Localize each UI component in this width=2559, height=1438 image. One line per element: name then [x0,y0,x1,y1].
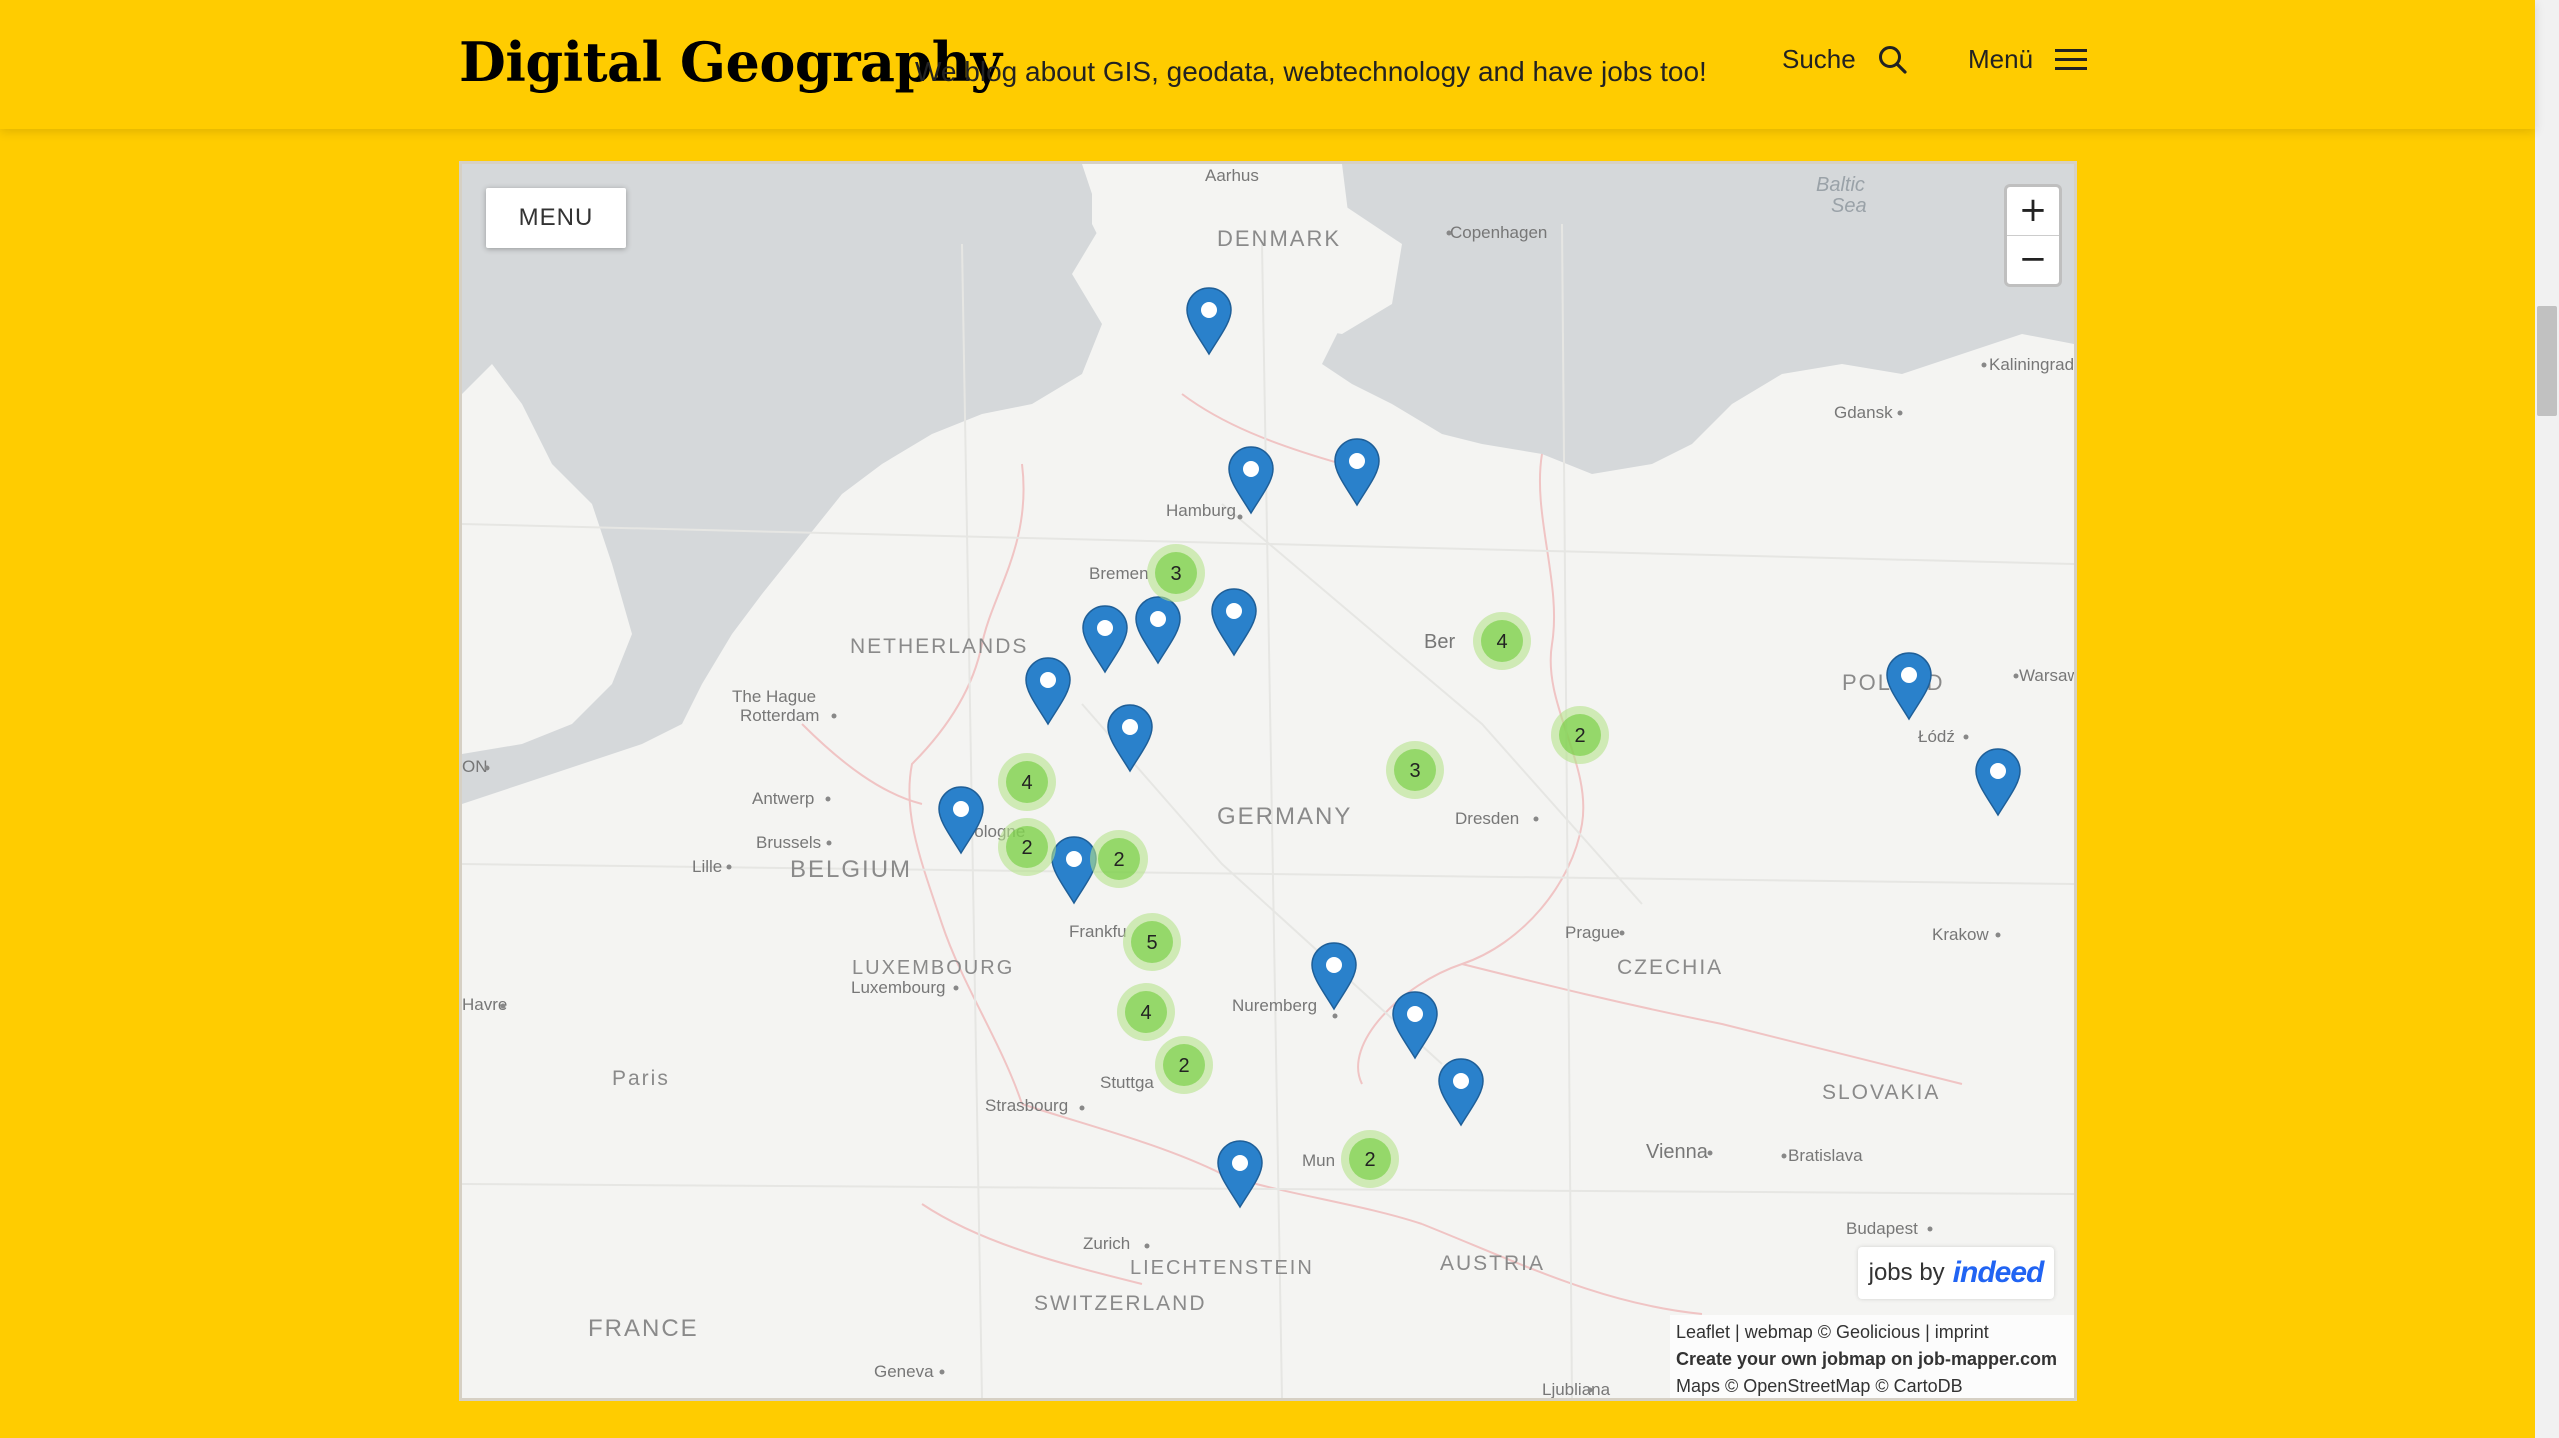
zoom-in-button[interactable]: + [2007,187,2059,236]
job-marker[interactable] [1051,836,1097,904]
tiles-attribution: Maps © OpenStreetMap © CartoDB [1676,1376,1963,1396]
zoom-out-button[interactable]: − [2007,236,2059,284]
zoom-control: + − [2004,184,2062,287]
job-cluster[interactable]: 4 [1473,612,1531,670]
job-marker[interactable] [1334,438,1380,506]
search-label: Suche [1782,44,1856,74]
job-marker[interactable] [1886,652,1932,720]
cluster-count: 4 [1021,772,1032,794]
attribution-links[interactable]: Leaflet | webmap © Geolicious | imprint [1676,1319,2074,1346]
cluster-count: 2 [1178,1055,1189,1077]
cluster-count: 3 [1409,760,1420,782]
cluster-count: 2 [1574,725,1585,747]
cluster-count: 2 [1021,837,1032,859]
job-marker[interactable] [1025,657,1071,725]
job-cluster[interactable]: 5 [1123,913,1181,971]
job-cluster[interactable]: 3 [1386,741,1444,799]
cluster-count: 4 [1496,631,1507,653]
menu-button[interactable]: Menü [1968,44,2088,75]
cluster-count: 2 [1113,849,1124,871]
job-cluster[interactable]: 4 [1117,983,1175,1041]
job-marker[interactable] [1228,446,1274,514]
job-cluster[interactable]: 2 [1155,1036,1213,1094]
search-icon [1878,45,1907,74]
site-description: We blog about GIS, geodata, webtechnolog… [915,56,1707,87]
job-cluster[interactable]: 2 [1551,706,1609,764]
job-marker[interactable] [1217,1140,1263,1208]
cluster-count: 5 [1146,932,1157,954]
marker-layer[interactable]: 3 4 2 3 4 2 2 5 4 2 2 [462,164,2074,1398]
cluster-count: 2 [1364,1149,1375,1171]
indeed-logo: indeed [1952,1256,2045,1289]
menu-label: Menü [1968,44,2034,74]
job-marker[interactable] [1107,704,1153,772]
page-scrollbar[interactable] [2535,0,2559,1438]
jobs-by-label: jobs by [1868,1259,1945,1286]
job-cluster[interactable]: 2 [998,818,1056,876]
jobmapper-link[interactable]: Create your own jobmap on job-mapper.com [1676,1346,2074,1373]
job-cluster[interactable]: 4 [998,753,1056,811]
job-marker[interactable] [938,786,984,854]
cluster-count: 4 [1140,1002,1151,1024]
site-header: Digital Geography We blog about GIS, geo… [0,0,2535,129]
job-marker[interactable] [1135,596,1181,664]
job-marker[interactable] [1186,287,1232,355]
map-attribution: Leaflet | webmap © Geolicious | imprint … [1670,1315,2074,1398]
map-menu-button[interactable]: MENU [486,188,626,248]
search-button[interactable]: Suche [1782,44,1908,75]
job-marker[interactable] [1311,942,1357,1010]
job-map[interactable]: Aarhus Copenhagen Kaliningrad Gdansk Ham… [459,161,2077,1401]
job-marker[interactable] [1211,588,1257,656]
scrollbar-thumb[interactable] [2537,306,2557,416]
job-marker[interactable] [1975,748,2021,816]
cluster-count: 3 [1170,563,1181,585]
indeed-badge[interactable]: jobs by indeed [1858,1247,2054,1299]
job-marker[interactable] [1438,1058,1484,1126]
job-marker[interactable] [1082,605,1128,673]
job-cluster[interactable]: 3 [1147,544,1205,602]
job-marker[interactable] [1392,991,1438,1059]
job-cluster[interactable]: 2 [1341,1130,1399,1188]
job-cluster[interactable]: 2 [1090,830,1148,888]
hamburger-icon [2055,48,2088,70]
